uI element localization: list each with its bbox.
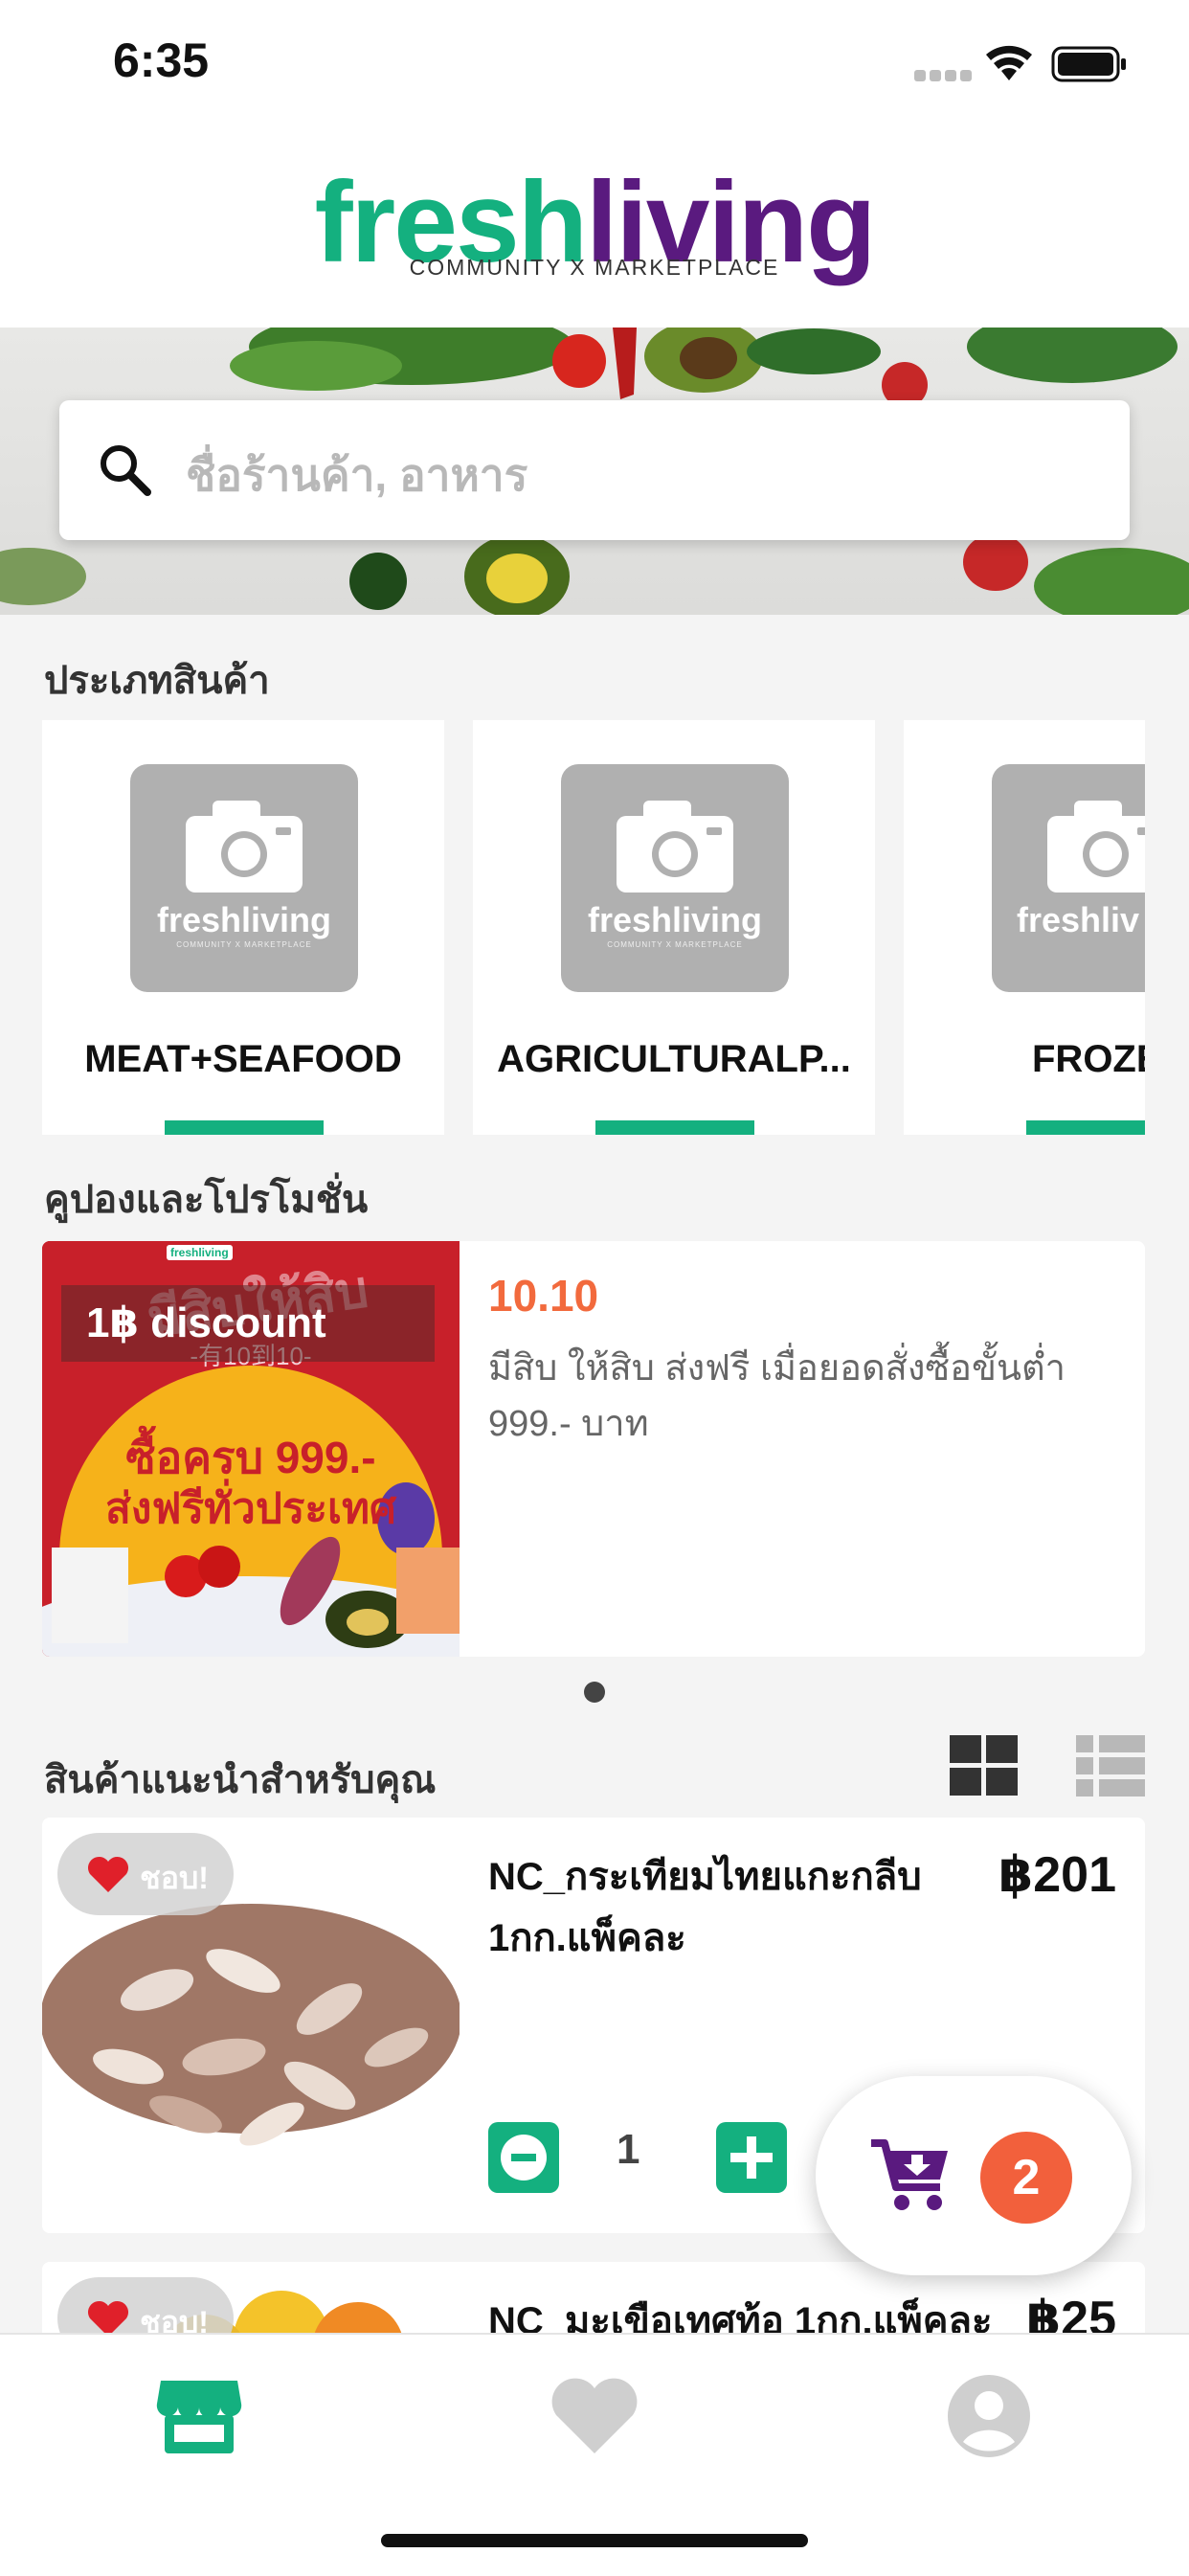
category-label: FROZE — [1032, 1038, 1145, 1080]
minus-icon — [501, 2135, 547, 2181]
logo-tagline: COMMUNITY X MARKETPLACE — [409, 255, 780, 280]
store-icon[interactable] — [155, 2377, 243, 2455]
camera-icon — [617, 801, 733, 893]
promotion-card[interactable]: freshliving มีสิบให้สิบ -有10到10- ซื้อครบ… — [42, 1241, 1145, 1657]
product-name: NC_กระเทียมไทยแกะกลีบ 1กก.แพ็คละ — [488, 1856, 922, 1959]
favorites-tab-icon[interactable] — [550, 2377, 639, 2455]
heart-icon — [87, 1856, 129, 1892]
category-label: AGRICULTURALP... — [497, 1038, 851, 1080]
category-placeholder-image: freshliving COMMUNITY X MARKETPLACE — [130, 764, 358, 992]
home-indicator — [381, 2534, 808, 2547]
product-price: ฿201 — [998, 1847, 1116, 1903]
category-card-agricultural[interactable]: freshliving COMMUNITY X MARKETPLACE AGRI… — [473, 720, 875, 1135]
promotion-overlay-label: 1฿ discount — [86, 1299, 326, 1346]
cart-count-badge: 2 — [980, 2132, 1072, 2224]
category-underline — [165, 1120, 324, 1135]
cart-button[interactable]: 2 — [816, 2076, 1132, 2275]
promotion-image-shipping: ส่งฟรีทั่วประเทศ — [104, 1485, 396, 1532]
search-input[interactable]: ชื่อร้านค้า, อาหาร — [59, 400, 1130, 540]
carousel-page-indicator[interactable] — [584, 1682, 605, 1703]
category-card-frozen[interactable]: freshliv FROZE — [904, 720, 1145, 1135]
like-button[interactable]: ชอบ! — [57, 1833, 234, 1915]
quantity-value: 1 — [617, 2126, 640, 2173]
camera-icon — [186, 801, 303, 893]
recommended-title: สินค้าแนะนำสำหรับคุณ — [44, 1759, 437, 1801]
profile-icon[interactable] — [946, 2373, 1032, 2459]
promotion-description: มีสิบ ให้สิบ ส่งฟรี เมื่อยอดสั่งซื้อขั้น… — [488, 1348, 1066, 1444]
promotions-title: คูปองและโปรโมชั่น — [44, 1179, 369, 1221]
signal-icon — [914, 69, 976, 86]
category-label: MEAT+SEAFOOD — [84, 1038, 402, 1080]
grid-view-icon[interactable] — [950, 1735, 1019, 1796]
quantity-increase-button[interactable] — [716, 2122, 787, 2193]
cart-icon — [871, 2139, 948, 2210]
app-header: freshliving COMMUNITY X MARKETPLACE — [0, 124, 1189, 328]
search-icon — [101, 445, 151, 496]
category-placeholder-image: freshliving COMMUNITY X MARKETPLACE — [561, 764, 789, 992]
search-placeholder: ชื่อร้านค้า, อาหาร — [186, 450, 528, 500]
list-view-icon[interactable] — [1076, 1735, 1145, 1796]
status-time: 6:35 — [113, 34, 210, 87]
category-underline — [1026, 1120, 1145, 1135]
camera-icon — [1047, 801, 1145, 893]
promotion-image: freshliving มีสิบให้สิบ -有10到10- ซื้อครบ… — [42, 1241, 460, 1657]
promotion-code: 10.10 — [488, 1271, 599, 1321]
promotion-image-brand: freshliving — [167, 1245, 233, 1260]
wifi-icon — [986, 45, 1032, 80]
quantity-decrease-button[interactable] — [488, 2122, 559, 2193]
category-placeholder-image: freshliv — [992, 764, 1145, 992]
category-underline — [595, 1120, 754, 1135]
battery-icon — [1051, 46, 1126, 82]
plus-icon — [730, 2136, 773, 2179]
categories-title: ประเภทสินค้า — [44, 660, 270, 702]
category-card-meat-seafood[interactable]: freshliving COMMUNITY X MARKETPLACE MEAT… — [42, 720, 444, 1135]
